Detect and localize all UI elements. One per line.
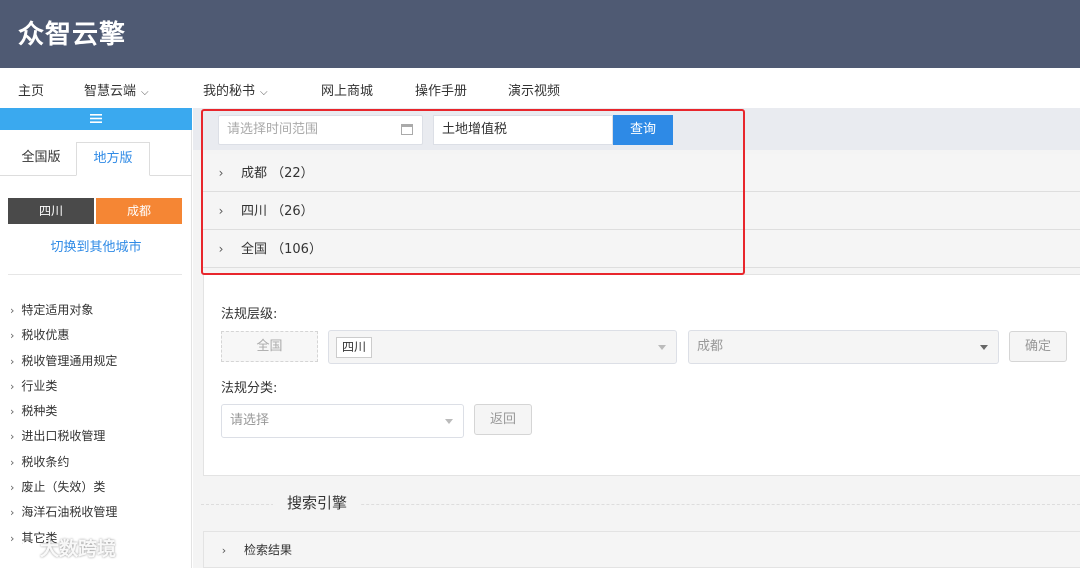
nav-smart-cloud[interactable]: 智慧云端 ⌵ (84, 80, 149, 99)
category-item[interactable]: › 税收条约 (10, 450, 188, 475)
chevron-down-icon (658, 345, 666, 350)
search-bar: 请选择时间范围 土地增值税 查询 (193, 108, 1080, 150)
category-item[interactable]: › 废止（失效）类 (10, 475, 188, 500)
city-select-placeholder: 成都 (697, 339, 724, 354)
result-group-row[interactable]: › 全国 （106） (201, 230, 1080, 268)
switch-city-link[interactable]: 切换到其他城市 (0, 236, 192, 255)
tab-national[interactable]: 全国版 (6, 142, 76, 176)
keyword-input[interactable]: 土地增值税 (433, 115, 613, 145)
watermark-text: 大数跨境 (40, 538, 117, 560)
app-logo[interactable]: 众智云擎 (18, 14, 126, 51)
result-group-label: 成都 （22） (241, 166, 314, 181)
chevron-down-icon (980, 345, 988, 350)
chevron-down-icon: ⌵ (260, 87, 268, 98)
category-select[interactable]: 请选择 (221, 404, 464, 438)
search-engine-title: 搜索引擎 (273, 492, 362, 513)
chevron-down-icon (445, 419, 453, 424)
province-select[interactable]: 四川 (328, 330, 677, 364)
chevron-right-icon: › (10, 405, 15, 419)
nav-manual[interactable]: 操作手册 (415, 80, 467, 99)
watermark: 大数跨境 (10, 534, 116, 561)
chevron-right-icon: › (10, 481, 15, 495)
category-label: 进出口税收管理 (21, 429, 106, 444)
city-select[interactable]: 成都 (688, 330, 999, 364)
category-item[interactable]: › 税收管理通用规定 (10, 349, 188, 374)
category-item[interactable]: › 海洋石油税收管理 (10, 500, 188, 525)
category-label: 特定适用对象 (21, 303, 94, 317)
result-group-label: 四川 （26） (241, 204, 314, 219)
chevron-right-icon: › (221, 544, 227, 557)
tab-local[interactable]: 地方版 (76, 142, 150, 176)
nav-smart-cloud-label: 智慧云端 (84, 84, 137, 99)
category-item[interactable]: › 税种类 (10, 399, 188, 424)
nav-demo-video[interactable]: 演示视频 (508, 80, 560, 99)
region-chengdu[interactable]: 成都 (96, 198, 182, 224)
calendar-icon (401, 124, 413, 135)
nav-my-secretary-label: 我的秘书 (203, 84, 256, 99)
date-range-input[interactable]: 请选择时间范围 (218, 115, 423, 145)
category-item[interactable]: › 进出口税收管理 (10, 424, 188, 449)
chevron-right-icon: › (10, 354, 15, 368)
query-button[interactable]: 查询 (613, 115, 673, 145)
chevron-right-icon: › (10, 379, 15, 393)
national-button[interactable]: 全国 (221, 331, 318, 362)
chevron-right-icon: › (10, 329, 15, 343)
menu-icon (90, 114, 102, 123)
result-group-row[interactable]: › 四川 （26） (201, 192, 1080, 230)
result-group-label: 全国 （106） (241, 242, 322, 257)
nav-online-store[interactable]: 网上商城 (321, 80, 373, 99)
category-label: 税收管理通用规定 (21, 353, 118, 368)
province-tag: 四川 (336, 337, 373, 358)
nav-home[interactable]: 主页 (18, 80, 44, 99)
search-result-label: 检索结果 (244, 543, 293, 557)
main-nav: 主页 智慧云端 ⌵ 我的秘书 ⌵ 网上商城 操作手册 演示视频 (0, 68, 1080, 108)
category-item[interactable]: › 行业类 (10, 374, 188, 399)
category-item[interactable]: › 税收优惠 (10, 323, 188, 348)
sidebar-toggle[interactable] (0, 108, 192, 130)
category-item[interactable]: › 特定适用对象 (10, 298, 188, 323)
nav-home-label: 主页 (18, 84, 45, 99)
chevron-right-icon: › (10, 455, 15, 469)
category-label: 法规分类: (221, 381, 278, 396)
category-list: › 特定适用对象 › 税收优惠 › 税收管理通用规定 › 行业类 › 税种类 › 进出口税收… (10, 298, 188, 551)
category-label: 行业类 (21, 378, 58, 393)
chevron-right-icon: › (218, 242, 224, 256)
category-select-placeholder: 请选择 (230, 413, 270, 428)
category-label: 废止（失效）类 (21, 480, 106, 495)
result-group-row[interactable]: › 成都 （22） (201, 154, 1080, 192)
filter-panel: 法规层级: 全国 四川 成都 确定 法规分类: 请选择 返回 (203, 274, 1080, 476)
chevron-right-icon: › (10, 304, 15, 317)
chevron-right-icon: › (10, 506, 15, 520)
chevron-right-icon: › (218, 204, 224, 218)
chevron-right-icon: › (10, 430, 15, 444)
back-button[interactable]: 返回 (474, 404, 532, 435)
confirm-button[interactable]: 确定 (1009, 331, 1067, 362)
version-tabs: 全国版 地方版 (0, 142, 192, 176)
search-result-panel[interactable]: › 检索结果 (203, 531, 1080, 568)
category-label: 税收条约 (21, 454, 70, 469)
date-range-placeholder: 请选择时间范围 (227, 122, 319, 137)
top-header: 众智云擎 (0, 0, 1080, 68)
category-label: 税种类 (21, 404, 58, 419)
chevron-right-icon: › (218, 166, 224, 180)
wechat-icon (10, 540, 34, 558)
nav-my-secretary[interactable]: 我的秘书 ⌵ (203, 80, 268, 99)
level-label: 法规层级: (221, 307, 278, 322)
sidebar-divider (8, 274, 182, 275)
region-sichuan[interactable]: 四川 (8, 198, 94, 224)
sidebar: 全国版 地方版 四川 成都 切换到其他城市 › 特定适用对象 › 税收优惠 › 税收管… (0, 108, 192, 568)
category-label: 税收优惠 (21, 328, 70, 343)
category-label: 海洋石油税收管理 (21, 505, 118, 520)
chevron-down-icon: ⌵ (141, 87, 149, 98)
result-groups: › 成都 （22） › 四川 （26） › 全国 （106） (201, 154, 1080, 268)
main-content: 请选择时间范围 土地增值税 查询 › 成都 （22） › 四川 （26） › 全国 （… (193, 108, 1080, 568)
